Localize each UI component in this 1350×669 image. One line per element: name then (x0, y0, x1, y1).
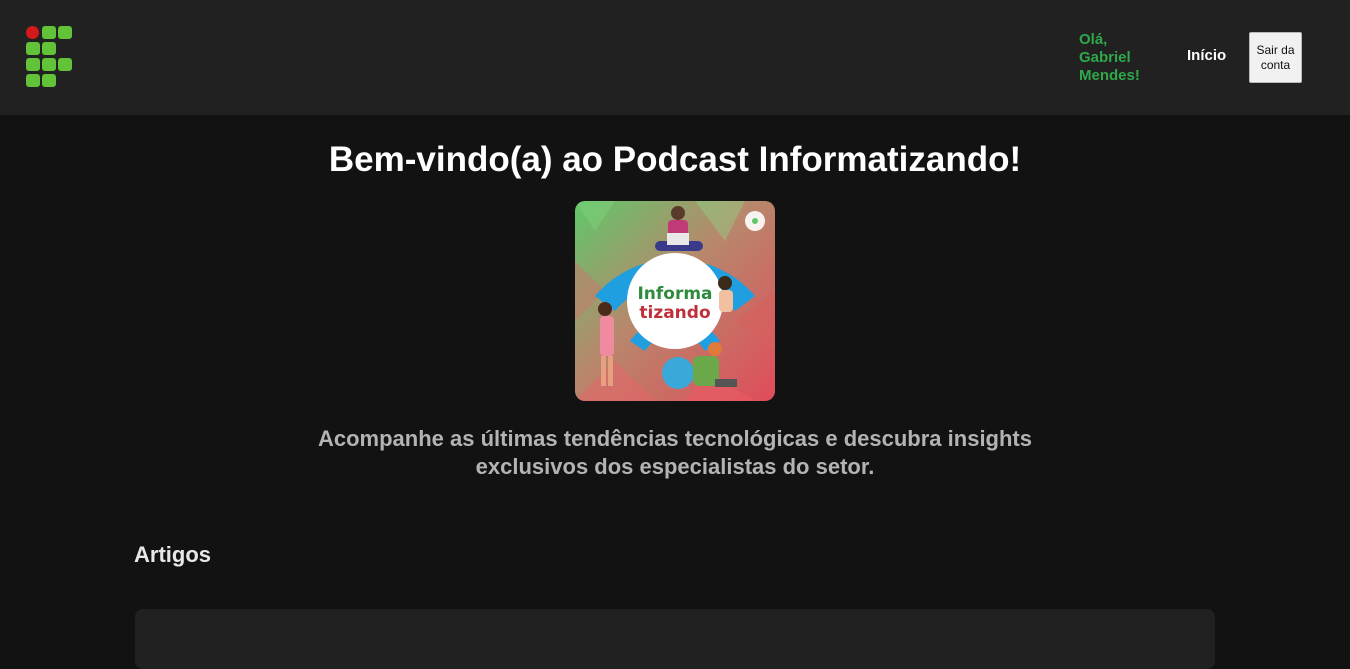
logo-block (42, 42, 56, 55)
logo-red-dot (26, 26, 39, 39)
top-navigation-bar: Olá, Gabriel Mendes! Início Sair da cont… (0, 0, 1350, 115)
cover-text-line1: Informa (637, 284, 712, 304)
logo-block (42, 74, 56, 87)
cover-text-line2: tizando (639, 303, 710, 323)
logo-block (42, 26, 56, 39)
nav-home-link[interactable]: Início (1187, 47, 1226, 65)
logo-block (26, 42, 40, 55)
logo-block (26, 74, 40, 87)
logout-button[interactable]: Sair da conta (1249, 32, 1302, 83)
logo-block (58, 58, 72, 71)
articles-heading: Artigos (134, 542, 211, 567)
podcast-cover-image: Informa tizando (575, 201, 775, 401)
podcast-cover-art: Informa tizando (575, 201, 775, 401)
logo-block (58, 26, 72, 39)
user-greeting: Olá, Gabriel Mendes! (1079, 31, 1140, 84)
logo-block (42, 58, 56, 71)
logo-block (26, 58, 40, 71)
article-card[interactable] (135, 609, 1215, 669)
page-title: Bem-vindo(a) ao Podcast Informatizando! (328, 140, 1022, 179)
if-logo[interactable] (26, 26, 74, 88)
page-tagline: Acompanhe as últimas tendências tecnológ… (318, 426, 1032, 479)
